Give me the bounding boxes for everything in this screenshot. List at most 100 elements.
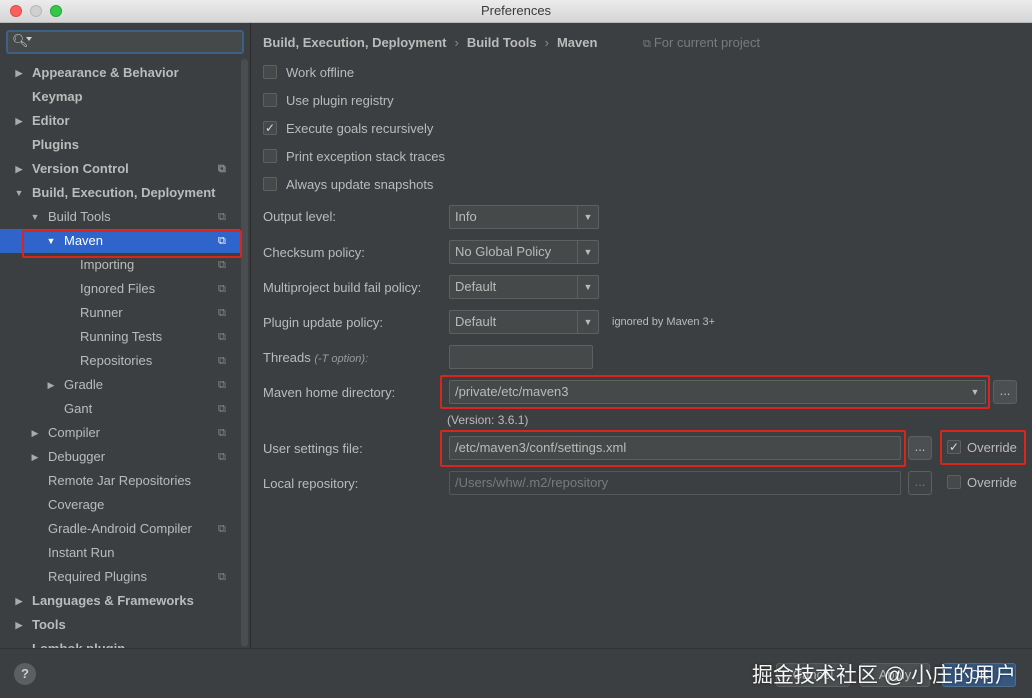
sidebar-item[interactable]: ▶ Compiler ⧉: [0, 421, 240, 445]
threads-input[interactable]: [449, 345, 593, 369]
sidebar-item[interactable]: Coverage: [0, 493, 240, 517]
sidebar-item[interactable]: ▶ Gradle ⧉: [0, 373, 240, 397]
sidebar-item-label: Required Plugins: [48, 569, 148, 584]
collapsed-arrow-icon[interactable]: ▶: [45, 373, 57, 397]
sidebar-item[interactable]: ▶ Languages & Frameworks: [0, 589, 240, 613]
expanded-arrow-icon[interactable]: ▼: [13, 181, 25, 205]
help-button[interactable]: ?: [14, 663, 36, 685]
expanded-arrow-icon[interactable]: ▼: [29, 205, 41, 229]
sidebar-item-label: Gradle-Android Compiler: [48, 521, 192, 536]
override-label: Override: [967, 440, 1017, 455]
local-repo-value: /Users/whw/.m2/repository: [455, 475, 609, 490]
sidebar-item-label: Tools: [32, 617, 66, 632]
checksum-policy-value: No Global Policy: [455, 244, 552, 259]
sidebar-item-label: Gradle: [64, 377, 104, 392]
window-title: Preferences: [480, 3, 552, 18]
plugin-update-label: Plugin update policy:: [263, 315, 383, 330]
sidebar-item[interactable]: Importing ⧉: [0, 253, 240, 277]
sidebar-item[interactable]: ▶ Version Control ⧉: [0, 157, 240, 181]
sidebar-item[interactable]: Instant Run: [0, 541, 240, 565]
breadcrumb-item: Build, Execution, Deployment: [263, 35, 447, 50]
scope-note: ⧉ For current project: [643, 35, 760, 51]
sidebar-item[interactable]: Remote Jar Repositories: [0, 469, 240, 493]
sidebar-item[interactable]: ▶ Tools: [0, 613, 240, 637]
sidebar-item-label: Runner: [80, 305, 123, 320]
sidebar-item-label: Appearance & Behavior: [32, 65, 179, 80]
collapsed-arrow-icon[interactable]: ▶: [13, 61, 25, 85]
threads-label-text: Threads: [263, 350, 311, 365]
collapsed-arrow-icon[interactable]: ▶: [13, 157, 25, 181]
checksum-policy-label: Checksum policy:: [263, 245, 365, 260]
sidebar-item-label: Instant Run: [48, 545, 115, 560]
chevron-down-icon: ▼: [577, 241, 598, 263]
sidebar-item[interactable]: Keymap: [0, 85, 240, 109]
output-level-value: Info: [455, 209, 477, 224]
sidebar-item[interactable]: Plugins: [0, 133, 240, 157]
sidebar-item-label: Maven: [64, 233, 104, 248]
collapsed-arrow-icon[interactable]: ▶: [13, 109, 25, 133]
fail-policy-select[interactable]: Default ▼: [449, 275, 599, 299]
project-scope-icon: ⧉: [218, 235, 226, 247]
sidebar-item-label: Gant: [64, 401, 93, 416]
user-settings-browse-button[interactable]: ...: [908, 436, 932, 460]
output-level-select[interactable]: Info ▼: [449, 205, 599, 229]
collapsed-arrow-icon[interactable]: ▶: [13, 613, 25, 637]
breadcrumb-separator: ›: [454, 35, 459, 50]
chevron-down-icon: [26, 37, 32, 41]
sidebar-item[interactable]: ▼ Build Tools ⧉: [0, 205, 240, 229]
expanded-arrow-icon[interactable]: ▼: [45, 229, 57, 253]
sidebar-item[interactable]: Repositories ⧉: [0, 349, 240, 373]
local-repo-input[interactable]: /Users/whw/.m2/repository: [449, 471, 901, 495]
search-input[interactable]: 🔍︎: [6, 30, 244, 54]
breadcrumb-item: Maven: [556, 35, 598, 50]
sidebar-item[interactable]: ▼ Maven ⧉: [0, 229, 240, 253]
sidebar-item-label: Version Control: [32, 161, 129, 176]
sidebar-scrollbar[interactable]: [241, 59, 248, 647]
sidebar-item-label: Debugger: [48, 449, 106, 464]
local-repo-browse-button[interactable]: ...: [908, 471, 932, 495]
project-scope-icon: ⧉: [643, 38, 651, 50]
maven-home-browse-button[interactable]: ...: [993, 380, 1017, 404]
sidebar-item[interactable]: Gradle-Android Compiler ⧉: [0, 517, 240, 541]
sidebar-item[interactable]: Gant ⧉: [0, 397, 240, 421]
checkmark-icon: ✓: [263, 121, 277, 135]
sidebar-item[interactable]: ▶ Appearance & Behavior: [0, 61, 240, 85]
search-icon: 🔍︎: [12, 33, 29, 48]
project-scope-icon: ⧉: [218, 379, 226, 391]
checkbox-icon: [263, 65, 277, 79]
maven-home-select[interactable]: /private/etc/maven3 ▼: [449, 380, 986, 404]
chevron-down-icon: ▼: [577, 311, 598, 333]
collapsed-arrow-icon[interactable]: ▶: [29, 421, 41, 445]
sidebar-item[interactable]: Runner ⧉: [0, 301, 240, 325]
user-settings-input[interactable]: /etc/maven3/conf/settings.xml: [449, 436, 901, 460]
plugin-update-select[interactable]: Default ▼: [449, 310, 599, 334]
sidebar-item[interactable]: Running Tests ⧉: [0, 325, 240, 349]
collapsed-arrow-icon[interactable]: ▶: [29, 445, 41, 469]
sidebar-item-label: Compiler: [48, 425, 101, 440]
sidebar-item[interactable]: Ignored Files ⧉: [0, 277, 240, 301]
sidebar-item-label: Coverage: [48, 497, 105, 512]
preferences-window: Preferences 🔍︎ ▶ Appearance & Behavior Key…: [0, 0, 1032, 698]
breadcrumb-item: Build Tools: [466, 35, 537, 50]
checkbox-label: Execute goals recursively: [286, 121, 434, 136]
checkbox-icon: [263, 93, 277, 107]
sidebar-item-label: Lombok plugin: [32, 637, 125, 648]
threads-hint: (-T option):: [314, 353, 369, 365]
dialog-footer: ? Cancel Apply OK 掘金技术社区 @ 小庄的用户: [0, 648, 1032, 698]
sidebar-item[interactable]: ▼ Build, Execution, Deployment: [0, 181, 240, 205]
user-settings-label: User settings file:: [263, 441, 363, 456]
sidebar-item[interactable]: Lombok plugin: [0, 637, 240, 648]
local-repo-label: Local repository:: [263, 476, 359, 491]
watermark-text: 掘金技术社区 @ 小庄的用户: [752, 664, 1016, 687]
override-label: Override: [967, 475, 1017, 490]
checksum-policy-select[interactable]: No Global Policy ▼: [449, 240, 599, 264]
collapsed-arrow-icon[interactable]: ▶: [13, 589, 25, 613]
sidebar-item-label: Keymap: [32, 89, 83, 104]
project-scope-icon: ⧉: [218, 451, 226, 463]
sidebar-item[interactable]: Required Plugins ⧉: [0, 565, 240, 589]
sidebar-item[interactable]: ▶ Debugger ⧉: [0, 445, 240, 469]
sidebar-item[interactable]: ▶ Editor: [0, 109, 240, 133]
maven-settings-panel: Build, Execution, Deployment › Build Tools…: [251, 23, 1032, 648]
checkmark-icon: ✓: [947, 440, 961, 454]
project-scope-icon: ⧉: [218, 283, 226, 295]
